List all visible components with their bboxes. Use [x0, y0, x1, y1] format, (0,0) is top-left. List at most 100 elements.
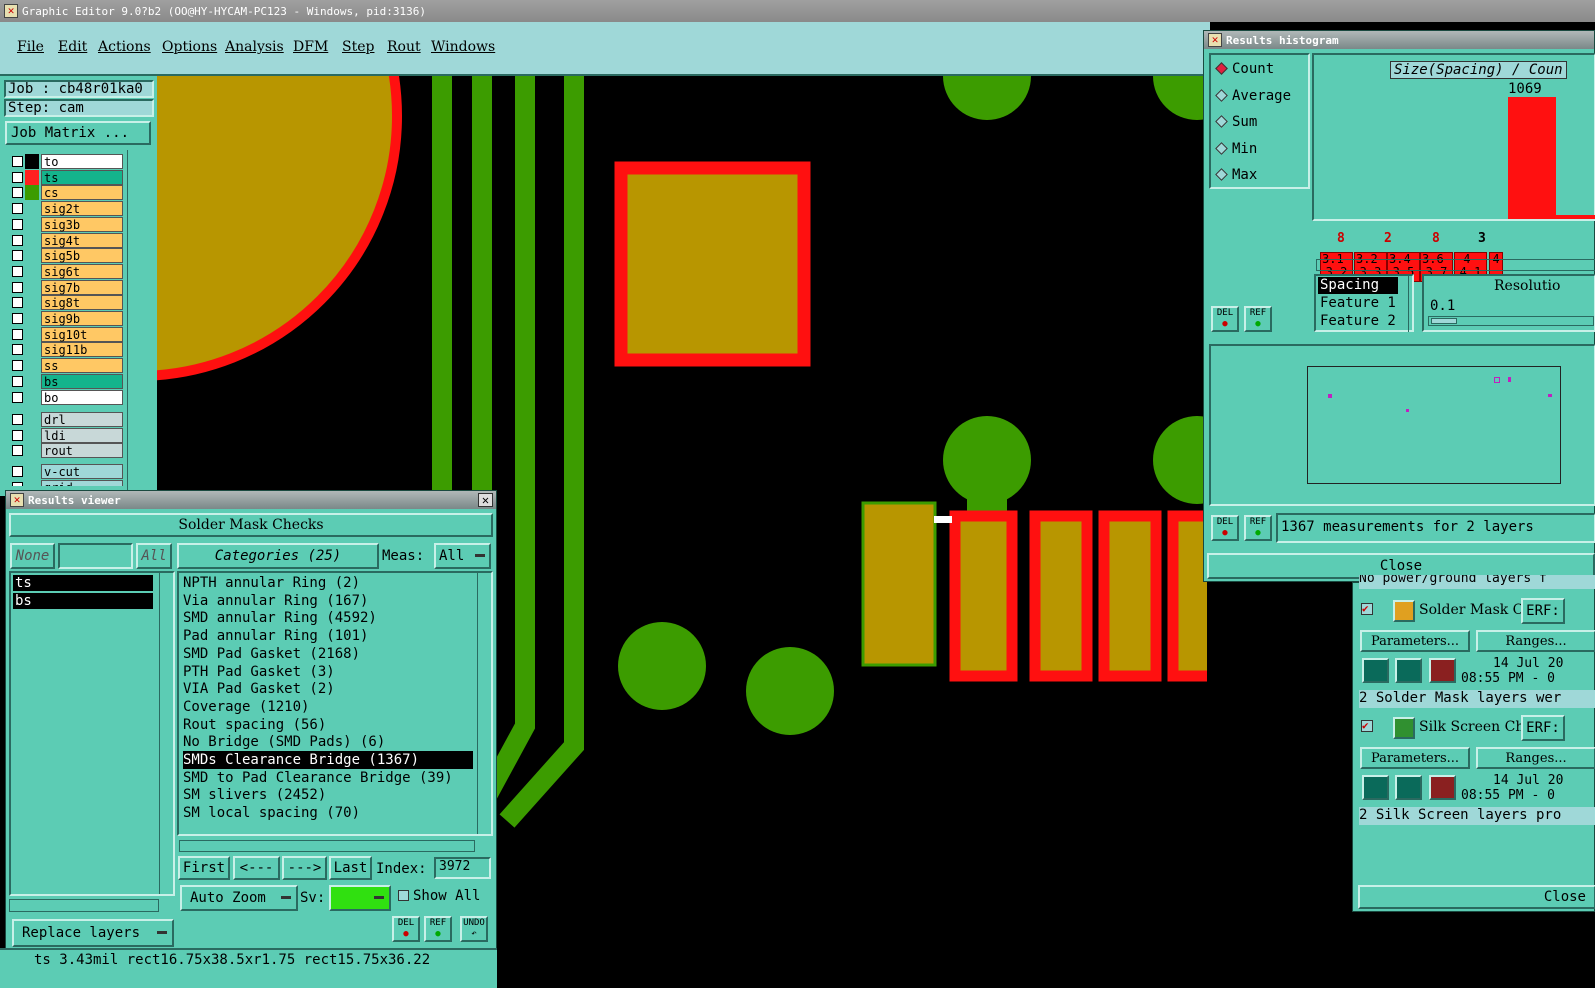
sv-color-select[interactable]: [329, 885, 391, 911]
last-button[interactable]: Last: [329, 856, 372, 880]
menu-dfm[interactable]: DFM: [293, 39, 328, 55]
menu-file[interactable]: File: [17, 39, 44, 55]
layer-row[interactable]: sig10t: [8, 326, 124, 342]
layer-checkbox[interactable]: [12, 281, 23, 293]
layer-row[interactable]: sig3b: [8, 216, 124, 232]
layer-name[interactable]: sig8t: [41, 295, 123, 311]
layer-checkbox[interactable]: [12, 234, 23, 246]
slider-handle[interactable]: [1431, 318, 1457, 324]
category-item[interactable]: SM slivers (2452): [183, 786, 330, 804]
first-button[interactable]: First: [178, 856, 230, 880]
layer-row[interactable]: sig11b: [8, 342, 124, 358]
layer-name[interactable]: bo: [41, 389, 123, 405]
ref-button[interactable]: REF ●: [424, 916, 452, 942]
menu-actions[interactable]: Actions: [98, 39, 151, 55]
layer-checkbox[interactable]: [12, 429, 23, 441]
layer-name[interactable]: to: [41, 154, 123, 169]
layer-name[interactable]: sig7b: [41, 279, 123, 295]
close-icon[interactable]: ✕: [478, 493, 493, 507]
check2-parameters-button[interactable]: Parameters...: [1360, 747, 1470, 769]
layer-row[interactable]: sig2t: [8, 201, 124, 217]
run-icon-4[interactable]: [1395, 775, 1422, 800]
prev-button[interactable]: <---: [233, 856, 280, 880]
mode-radio-min[interactable]: Min: [1215, 141, 1257, 157]
result-layer-item[interactable]: bs: [13, 593, 153, 609]
category-hscroll[interactable]: [179, 840, 475, 852]
layer-name[interactable]: bs: [41, 373, 123, 389]
run-icon-2[interactable]: [1395, 658, 1422, 683]
layer-row[interactable]: sig7b: [8, 279, 124, 295]
layer-checkbox[interactable]: [12, 328, 23, 340]
category-item[interactable]: SMD Pad Gasket (2168): [183, 645, 364, 663]
menu-analysis[interactable]: Analysis: [225, 39, 284, 55]
layer-name[interactable]: grid: [41, 479, 123, 486]
menu-options[interactable]: Options: [162, 39, 217, 55]
check1-ranges-button[interactable]: Ranges...: [1476, 630, 1595, 652]
menu-step[interactable]: Step: [342, 39, 374, 55]
check1-checkbox[interactable]: ✔: [1361, 603, 1373, 615]
layer-row[interactable]: sig8t: [8, 295, 124, 311]
layer-filter-field[interactable]: [58, 543, 133, 569]
field-scrollbar[interactable]: [1408, 274, 1420, 332]
field-item[interactable]: Feature 2: [1318, 313, 1398, 330]
resolution-slider[interactable]: [1428, 316, 1594, 326]
run-icon[interactable]: [1362, 658, 1389, 683]
layer-row[interactable]: grid: [8, 479, 124, 486]
category-item[interactable]: Via annular Ring (167): [183, 592, 372, 610]
layer-color-swatch[interactable]: [25, 279, 39, 295]
meas-select[interactable]: All: [434, 543, 491, 569]
layer-color-swatch[interactable]: [25, 326, 39, 342]
layer-name[interactable]: cs: [41, 185, 123, 201]
layer-row[interactable]: v-cut: [8, 464, 124, 479]
menu-windows[interactable]: Windows: [431, 39, 495, 55]
layer-checkbox[interactable]: [12, 250, 23, 262]
layer-checkbox[interactable]: [12, 344, 23, 356]
job-matrix-button[interactable]: Job Matrix ...: [5, 121, 151, 145]
layer-color-swatch[interactable]: [25, 216, 39, 232]
layer-color-swatch[interactable]: [25, 185, 39, 201]
layer-color-swatch[interactable]: [25, 358, 39, 374]
layer-row[interactable]: to: [8, 154, 124, 169]
layer-row[interactable]: drl: [8, 412, 124, 427]
category-item[interactable]: SM local spacing (70): [183, 804, 364, 822]
layer-checkbox[interactable]: [12, 297, 23, 309]
layer-checkbox[interactable]: [12, 171, 23, 183]
run-icon-3[interactable]: [1362, 775, 1389, 800]
category-item[interactable]: SMD to Pad Clearance Bridge (39): [183, 769, 457, 787]
layer-name[interactable]: sig6t: [41, 263, 123, 279]
layer-name[interactable]: sig10t: [41, 326, 123, 342]
hist-del-button-2[interactable]: DEL ●: [1211, 515, 1239, 541]
check1-parameters-button[interactable]: Parameters...: [1360, 630, 1470, 652]
category-item[interactable]: SMD annular Ring (4592): [183, 609, 381, 627]
category-item[interactable]: NPTH annular Ring (2): [183, 574, 364, 592]
layer-row[interactable]: sig5b: [8, 248, 124, 264]
layer-name[interactable]: sig2t: [41, 201, 123, 217]
replace-layers-select[interactable]: Replace layers: [12, 919, 174, 947]
result-layer-item[interactable]: ts: [13, 575, 153, 591]
layer-color-swatch[interactable]: [25, 232, 39, 248]
layer-checkbox[interactable]: [12, 187, 23, 199]
hist-ref-button[interactable]: REF ●: [1244, 306, 1272, 332]
layer-checkbox[interactable]: [12, 445, 23, 457]
layer-checkbox[interactable]: [12, 481, 23, 486]
layer-row[interactable]: rout: [8, 443, 124, 459]
layer-row[interactable]: bo: [8, 389, 124, 405]
category-item[interactable]: SMDs Clearance Bridge (1367): [183, 751, 473, 769]
menu-rout[interactable]: Rout: [387, 39, 421, 55]
show-all-checkbox[interactable]: [398, 890, 409, 901]
none-button[interactable]: None: [10, 543, 55, 569]
hist-ref-button-2[interactable]: REF ●: [1244, 515, 1272, 541]
checklist-close-button[interactable]: Close: [1358, 885, 1595, 909]
layer-color-swatch[interactable]: [25, 342, 39, 358]
categories-button[interactable]: Categories (25): [177, 543, 379, 569]
hist-del-button[interactable]: DEL ●: [1211, 306, 1239, 332]
stop-icon[interactable]: [1429, 658, 1456, 683]
layer-row[interactable]: sig4t: [8, 232, 124, 248]
layer-color-swatch[interactable]: [25, 263, 39, 279]
layer-checkbox[interactable]: [12, 375, 23, 387]
layer-checkbox[interactable]: [12, 414, 23, 425]
auto-zoom-select[interactable]: Auto Zoom: [180, 885, 298, 911]
check2-checkbox[interactable]: ✔: [1361, 720, 1373, 732]
layer-color-swatch[interactable]: [25, 201, 39, 217]
layer-name[interactable]: sig4t: [41, 232, 123, 248]
